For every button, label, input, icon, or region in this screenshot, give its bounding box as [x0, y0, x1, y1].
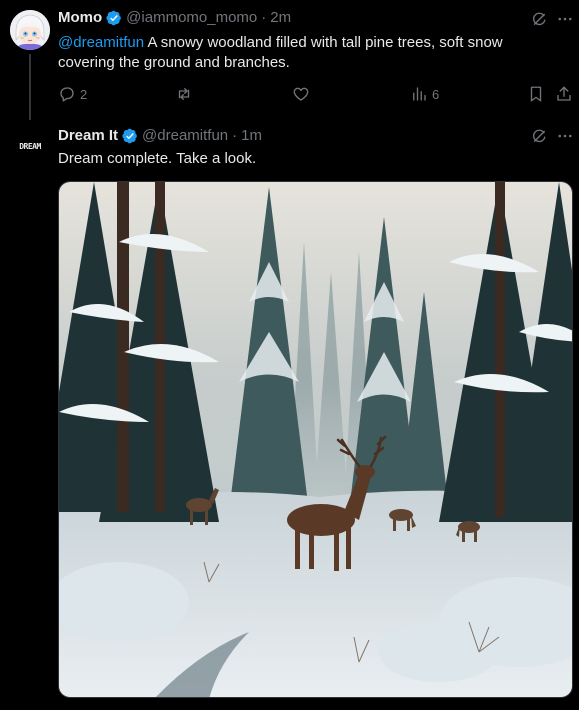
- mention-link[interactable]: @dreamitfun: [58, 34, 144, 51]
- generated-image[interactable]: [58, 181, 573, 698]
- author-name[interactable]: Dream It: [58, 127, 118, 144]
- reply-icon: [60, 87, 74, 102]
- repost-icon: [178, 88, 190, 100]
- avatar-dreamit[interactable]: DREAM: [10, 126, 50, 166]
- tweet-header: Dream It @dreamitfun · 1m: [58, 127, 262, 144]
- tweet-time[interactable]: 2m: [270, 9, 291, 26]
- separator-dot: ·: [232, 127, 238, 144]
- tweet-text: @dreamitfun A snowy woodland filled with…: [58, 33, 558, 73]
- more-icon[interactable]: [556, 10, 574, 33]
- like-button[interactable]: [292, 85, 310, 103]
- reply-count: 2: [80, 86, 88, 102]
- share-icon: [557, 86, 571, 101]
- reply-button[interactable]: 2: [58, 85, 87, 103]
- bookmark-button[interactable]: [527, 85, 545, 108]
- repost-button[interactable]: [175, 85, 193, 103]
- verified-badge-icon: [106, 10, 122, 25]
- views-count: 6: [432, 86, 440, 102]
- author-handle[interactable]: @dreamitfun: [142, 127, 228, 144]
- tweet-text: Dream complete. Take a look.: [58, 150, 257, 167]
- dreamit-logo: DREAM: [19, 141, 41, 151]
- thread-connector: [29, 54, 31, 120]
- author-handle[interactable]: @iammomo_momo: [126, 9, 257, 26]
- bookmark-icon: [530, 86, 542, 102]
- grok-icon[interactable]: [530, 127, 548, 150]
- tweet-header: Momo @iammomo_momo · 2m: [58, 9, 291, 26]
- more-icon[interactable]: [556, 127, 574, 150]
- avatar-momo[interactable]: [10, 10, 50, 50]
- tweet-time[interactable]: 1m: [241, 127, 262, 144]
- views-icon: [413, 87, 426, 101]
- separator-dot: ·: [261, 9, 267, 26]
- views-button[interactable]: 6: [410, 85, 439, 103]
- author-name[interactable]: Momo: [58, 9, 102, 26]
- share-button[interactable]: [555, 85, 573, 108]
- like-icon: [293, 87, 309, 101]
- verified-badge-icon: [122, 128, 137, 143]
- grok-icon[interactable]: [530, 10, 548, 33]
